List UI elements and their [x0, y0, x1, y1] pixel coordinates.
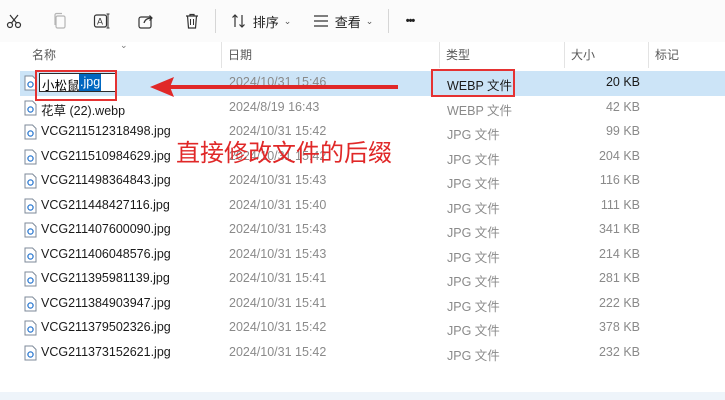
file-type: JPG 文件 — [447, 201, 500, 216]
image-file-icon — [24, 173, 37, 189]
file-size: 20 KB — [605, 75, 640, 89]
file-row[interactable]: VCG211498364843.jpg 2024/10/31 15:43 JPG… — [20, 169, 725, 194]
file-date: 2024/10/31 15:42 — [229, 344, 327, 359]
file-row[interactable]: VCG211406048576.jpg 2024/10/31 15:43 JPG… — [20, 243, 725, 268]
file-type: JPG 文件 — [447, 299, 500, 314]
sort-icon — [231, 13, 247, 29]
file-row[interactable]: VCG211373152621.jpg 2024/10/31 15:42 JPG… — [20, 341, 725, 366]
image-file-icon — [24, 320, 37, 336]
svg-text:A: A — [97, 17, 103, 27]
file-type: JPG 文件 — [447, 177, 500, 191]
file-date: 2024/8/19 16:43 — [229, 99, 320, 114]
column-header-date-label: 日期 — [228, 48, 253, 62]
file-type: JPG 文件 — [447, 348, 500, 363]
delete-icon[interactable] — [178, 6, 206, 36]
file-name: VCG211406048576.jpg — [41, 246, 171, 261]
file-type: JPG 文件 — [447, 250, 500, 265]
column-header-size[interactable]: 大小 — [565, 42, 649, 68]
file-name: VCG211395981139.jpg — [41, 271, 170, 285]
file-size: 116 KB — [599, 173, 640, 187]
file-name: VCG211512318498.jpg — [41, 124, 171, 138]
file-name: VCG211448427116.jpg — [41, 197, 170, 212]
file-type: JPG 文件 — [447, 324, 500, 338]
file-type: JPG 文件 — [447, 128, 500, 142]
column-header-name-label: 名称 — [32, 48, 57, 62]
column-header-type[interactable]: 类型 — [440, 42, 565, 68]
sort-direction-icon: ⌄ — [120, 40, 128, 50]
column-header-type-label: 类型 — [446, 48, 471, 62]
file-name: VCG211384903947.jpg — [41, 295, 171, 310]
chevron-down-icon: ⌄ — [283, 15, 292, 26]
file-size: 222 KB — [598, 295, 640, 310]
image-file-icon — [24, 124, 37, 140]
image-file-icon — [24, 100, 37, 116]
toolbar-divider — [388, 9, 389, 33]
file-size: 111 KB — [600, 197, 640, 212]
file-type: JPG 文件 — [447, 226, 500, 240]
file-row[interactable]: VCG211448427116.jpg 2024/10/31 15:40 JPG… — [20, 194, 725, 219]
chevron-down-icon: ⌄ — [365, 15, 374, 26]
image-file-icon — [24, 271, 37, 287]
share-icon[interactable] — [132, 6, 160, 36]
copy-icon[interactable] — [46, 6, 74, 36]
more-options-button[interactable]: ••• — [396, 6, 424, 36]
file-size: 214 KB — [598, 246, 640, 261]
column-header-date[interactable]: 日期 — [222, 42, 440, 68]
file-size: 42 KB — [605, 99, 640, 114]
file-date: 2024/10/31 15:41 — [229, 295, 327, 310]
file-name: VCG211407600090.jpg — [41, 222, 171, 236]
file-row[interactable]: VCG211384903947.jpg 2024/10/31 15:41 JPG… — [20, 292, 725, 317]
file-date: 2024/10/31 15:41 — [229, 271, 327, 285]
filename-highlight-box — [35, 70, 117, 101]
image-file-icon — [24, 296, 37, 312]
file-date: 2024/10/31 15:43 — [229, 246, 327, 261]
file-size: 281 KB — [598, 271, 640, 285]
image-file-icon — [24, 247, 37, 263]
file-size: 378 KB — [598, 320, 640, 334]
annotation-text: 直接修改文件的后缀 — [176, 139, 392, 167]
file-row[interactable]: 花草 (22).webp 2024/8/19 16:43 WEBP 文件 42 … — [20, 96, 725, 121]
partial-row — [0, 392, 725, 400]
file-row[interactable]: VCG211407600090.jpg 2024/10/31 15:43 JPG… — [20, 218, 725, 243]
view-label: 查看 — [334, 14, 361, 30]
file-name: VCG211498364843.jpg — [41, 173, 171, 187]
image-file-icon — [24, 149, 37, 165]
file-name: VCG211510984629.jpg — [41, 148, 171, 163]
image-file-icon — [24, 345, 37, 361]
sort-button[interactable]: 排序 ⌄ — [226, 6, 296, 36]
file-date: 2024/10/31 15:42 — [229, 320, 327, 334]
column-header-size-label: 大小 — [571, 48, 596, 62]
file-type: JPG 文件 — [447, 275, 500, 289]
file-size: 99 KB — [605, 124, 640, 138]
file-row[interactable]: VCG211379502326.jpg 2024/10/31 15:42 JPG… — [20, 316, 725, 341]
cut-icon[interactable] — [2, 6, 26, 36]
file-date: 2024/10/31 15:43 — [229, 173, 327, 187]
view-button[interactable]: 查看 ⌄ — [308, 6, 378, 36]
column-header-bar: 名称 ⌄ 日期 类型 大小 标记 — [0, 40, 725, 68]
file-date: 2024/10/31 15:43 — [229, 222, 327, 236]
image-file-icon — [24, 198, 37, 214]
file-name: 花草 (22).webp — [41, 103, 126, 118]
rename-icon[interactable]: A — [88, 6, 116, 36]
command-bar: A 排序 ⌄ 查看 ⌄ ••• — [0, 0, 725, 43]
view-icon — [313, 14, 329, 28]
column-header-tags-label: 标记 — [655, 48, 680, 62]
file-type: JPG 文件 — [447, 152, 500, 167]
image-file-icon — [24, 222, 37, 238]
file-row[interactable]: VCG211395981139.jpg 2024/10/31 15:41 JPG… — [20, 267, 725, 292]
file-name: VCG211373152621.jpg — [41, 344, 171, 359]
annotation-arrow — [150, 77, 398, 97]
column-header-tags[interactable]: 标记 — [649, 42, 725, 68]
file-size: 204 KB — [598, 148, 640, 163]
file-name: VCG211379502326.jpg — [41, 320, 171, 334]
file-size: 232 KB — [598, 344, 640, 359]
filetype-highlight-box — [431, 69, 515, 97]
toolbar-divider — [215, 9, 216, 33]
file-date: 2024/10/31 15:40 — [229, 197, 327, 212]
file-size: 341 KB — [598, 222, 640, 236]
file-type: WEBP 文件 — [447, 103, 513, 118]
sort-label: 排序 — [252, 14, 279, 30]
